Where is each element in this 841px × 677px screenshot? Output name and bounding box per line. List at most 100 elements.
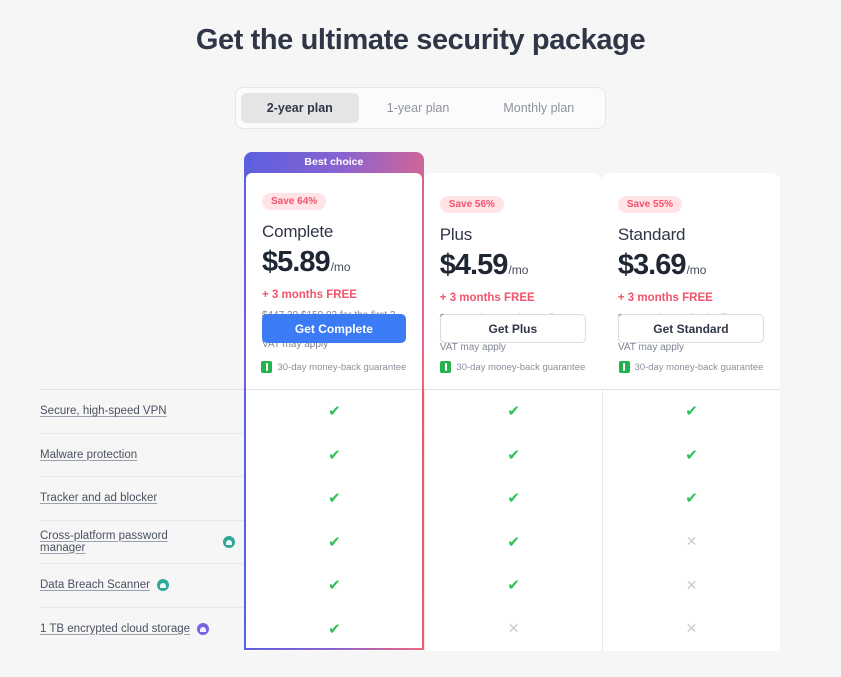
- cross-icon: ✕: [507, 620, 520, 637]
- price-period: /mo: [508, 263, 529, 277]
- feature-label-link[interactable]: 1 TB encrypted cloud storage: [40, 623, 190, 635]
- featured-column-left-rail: [244, 389, 246, 650]
- cross-icon: ✕: [685, 620, 698, 637]
- plan-card-standard: Save 55% Standard $3.69/mo + 3 months FREE $…: [601, 152, 780, 391]
- check-icon: ✔: [507, 403, 520, 421]
- card-top-spacer: [602, 152, 780, 173]
- plan-tab-0[interactable]: 2-year plan: [240, 93, 359, 123]
- check-icon: ✔: [507, 490, 520, 508]
- feature-name: Secure, high-speed VPN: [40, 405, 245, 417]
- shield-icon: [440, 361, 452, 373]
- feature-cell-plus: ✔: [424, 476, 603, 520]
- feature-cell-plus: ✔: [424, 520, 603, 564]
- feature-cell-standard: ✔: [602, 476, 780, 520]
- feature-cell-plus: ✔: [424, 563, 603, 607]
- guarantee-text: 30-day money-back guarantee: [634, 361, 764, 373]
- check-icon: ✔: [328, 620, 341, 638]
- feature-name: Malware protection: [40, 449, 245, 461]
- plan-price: $5.89: [262, 246, 331, 278]
- best-choice-banner: Best choice: [304, 156, 364, 168]
- card-top-spacer: [424, 152, 602, 173]
- feature-label-link[interactable]: Malware protection: [40, 449, 137, 461]
- cta-button-complete[interactable]: Get Complete: [262, 314, 406, 343]
- feature-cell-standard: ✕: [602, 520, 780, 564]
- feature-cell-standard: ✔: [602, 433, 780, 477]
- free-months-note: + 3 months FREE: [439, 292, 535, 304]
- feature-cell-standard: ✕: [602, 563, 780, 607]
- feature-cell-complete: ✔: [244, 433, 425, 477]
- guarantee-text: 30-day money-back guarantee: [456, 361, 586, 373]
- cross-icon: ✕: [685, 576, 698, 593]
- check-icon: ✔: [507, 446, 520, 464]
- page-title: Get the ultimate security package: [195, 24, 646, 56]
- cross-icon: ✕: [685, 533, 698, 550]
- feature-row: Tracker and ad blocker ✔ ✔ ✔: [40, 476, 780, 520]
- feature-badge-icon: [197, 622, 210, 635]
- guarantee-text: 30-day money-back guarantee: [277, 361, 407, 373]
- feature-badge-icon: [156, 579, 169, 592]
- plan-tab-2[interactable]: Monthly plan: [477, 93, 600, 123]
- money-back-guarantee: 30-day money-back guarantee: [246, 361, 422, 373]
- feature-cell-standard: ✔: [602, 389, 780, 433]
- shield-icon: [261, 361, 273, 373]
- plan-price: $4.59: [439, 249, 509, 281]
- price-row: $4.59/mo: [440, 249, 586, 282]
- feature-row: Secure, high-speed VPN ✔ ✔ ✔: [40, 389, 780, 433]
- check-icon: ✔: [507, 577, 520, 595]
- feature-row: 1 TB encrypted cloud storage ✔ ✕ ✕: [40, 606, 780, 651]
- check-icon: ✔: [685, 490, 698, 508]
- feature-badge-icon: [222, 535, 235, 548]
- price-period: /mo: [330, 260, 351, 274]
- free-months-note: + 3 months FREE: [617, 292, 713, 304]
- cta-button-plus[interactable]: Get Plus: [439, 314, 586, 343]
- feature-name: Data Breach Scanner: [40, 579, 245, 592]
- feature-label-link[interactable]: Secure, high-speed VPN: [40, 405, 167, 417]
- price-period: /mo: [686, 263, 707, 277]
- feature-cell-plus: ✕: [424, 607, 603, 651]
- price-row: $3.69/mo: [618, 249, 764, 282]
- featured-column-bottom-rail: [244, 648, 424, 650]
- feature-label-link[interactable]: Tracker and ad blocker: [40, 492, 157, 504]
- shield-icon: [618, 361, 630, 373]
- plan-name: Standard: [617, 225, 686, 244]
- feature-row: Cross-platform password manager ✔ ✔ ✕: [40, 519, 780, 564]
- money-back-guarantee: 30-day money-back guarantee: [424, 361, 602, 373]
- plan-card-body: Save 56%Plus$4.59/mo+ 3 months FREE$286.…: [423, 173, 602, 391]
- feature-cell-complete: ✔: [244, 563, 425, 607]
- save-badge: Save 64%: [262, 193, 327, 210]
- feature-name: Cross-platform password manager: [40, 530, 245, 554]
- money-back-guarantee: 30-day money-back guarantee: [602, 361, 780, 373]
- feature-label-link[interactable]: Data Breach Scanner: [40, 579, 150, 591]
- plans-container: Best choice Save 64% Complete $5.89/mo + 3 m…: [244, 152, 780, 391]
- plan-toggle: 2-year plan 1-year plan Monthly plan: [234, 87, 607, 129]
- feature-label-link[interactable]: Cross-platform password manager: [40, 530, 216, 554]
- feature-row: Malware protection ✔ ✔ ✔: [40, 432, 780, 477]
- check-icon: ✔: [328, 446, 341, 464]
- check-icon: ✔: [328, 490, 341, 508]
- plan-name: Complete: [262, 222, 334, 241]
- feature-cell-plus: ✔: [424, 433, 603, 477]
- feature-cell-complete: ✔: [244, 476, 425, 520]
- check-icon: ✔: [685, 446, 698, 464]
- free-months-note: + 3 months FREE: [262, 289, 357, 301]
- feature-cell-complete: ✔: [244, 520, 425, 564]
- feature-cell-standard: ✕: [602, 607, 780, 651]
- plan-card-body: Save 64% Complete $5.89/mo + 3 months FREE $…: [246, 173, 422, 391]
- check-icon: ✔: [507, 533, 520, 551]
- vat-note: VAT may apply: [439, 342, 506, 353]
- plan-card-complete: Best choice Save 64% Complete $5.89/mo + 3 m…: [244, 152, 424, 391]
- save-badge: Save 55%: [617, 196, 683, 213]
- cta-button-standard[interactable]: Get Standard: [617, 314, 764, 343]
- feature-name: Tracker and ad blocker: [40, 492, 245, 504]
- vat-note: VAT may apply: [617, 342, 685, 353]
- feature-row: Data Breach Scanner ✔ ✔ ✕: [40, 563, 780, 607]
- plan-tab-1[interactable]: 1-year plan: [361, 93, 476, 123]
- price-row: $5.89/mo: [262, 246, 406, 279]
- check-icon: ✔: [685, 403, 698, 421]
- check-icon: ✔: [328, 533, 341, 551]
- save-badge: Save 56%: [439, 196, 504, 213]
- feature-comparison-table: Secure, high-speed VPN ✔ ✔ ✔ Malware protect…: [40, 389, 780, 651]
- plan-price: $3.69: [617, 249, 687, 281]
- feature-name: 1 TB encrypted cloud storage: [40, 622, 245, 635]
- plan-name: Plus: [439, 225, 473, 244]
